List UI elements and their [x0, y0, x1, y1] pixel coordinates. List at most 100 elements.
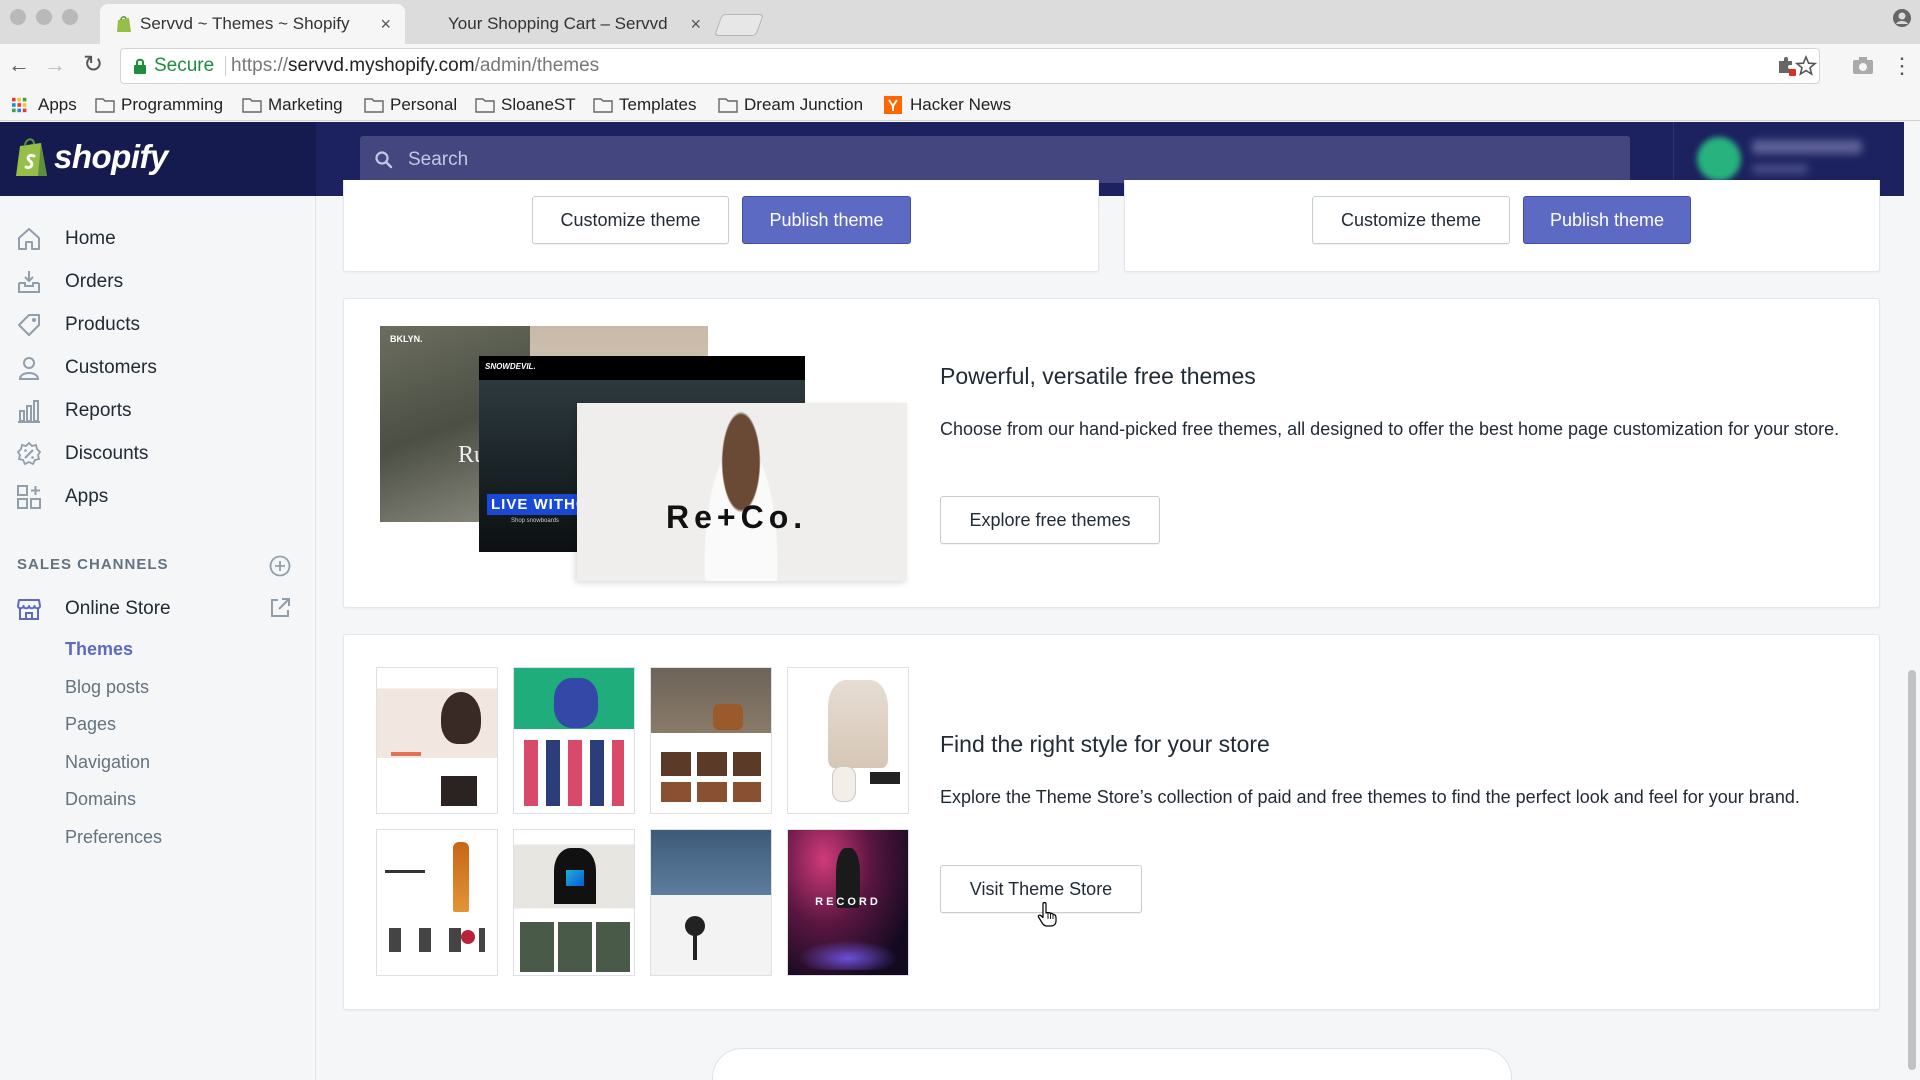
- sidebar-subitem-preferences[interactable]: Preferences: [65, 822, 162, 852]
- customize-theme-button[interactable]: Customize theme: [532, 196, 729, 244]
- theme-card: Customize theme Publish theme: [343, 180, 1099, 272]
- sidebar-item-apps[interactable]: Apps: [16, 479, 296, 515]
- theme-thumbnail[interactable]: [376, 667, 498, 814]
- bookmark-label: Templates: [619, 95, 697, 114]
- theme-store-title: Find the right style for your store: [940, 731, 1270, 757]
- sidebar-item-home[interactable]: Home: [16, 221, 296, 257]
- hand-cursor-icon: [1037, 902, 1057, 927]
- sidebar-subitem-domains[interactable]: Domains: [65, 784, 136, 814]
- theme-thumbnail[interactable]: [376, 829, 498, 976]
- account-name-redacted[interactable]: [1752, 140, 1862, 154]
- tab-shopping-cart[interactable]: Your Shopping Cart – Servvd ×: [410, 4, 715, 44]
- shopify-wordmark: shopify: [54, 138, 168, 175]
- store-name-redacted[interactable]: [1752, 164, 1808, 174]
- search-icon: [375, 151, 393, 169]
- folder-icon: [242, 98, 262, 113]
- reco-theme-preview: Re+Co.: [577, 403, 907, 581]
- theme-card: Customize theme Publish theme: [1124, 180, 1880, 272]
- tag-icon: [18, 314, 40, 336]
- theme-thumbnail[interactable]: [513, 667, 635, 814]
- reload-icon[interactable]: ↻: [78, 50, 108, 80]
- sidebar-item-online-store[interactable]: Online Store: [16, 591, 296, 627]
- window-minimize-dot[interactable]: [36, 9, 52, 25]
- avatar[interactable]: [1697, 137, 1741, 181]
- theme-thumbnail[interactable]: [787, 667, 909, 814]
- bookmark-label: Dream Junction: [744, 95, 864, 114]
- bookmark-label: SloaneST: [501, 95, 576, 114]
- apps-icon: [17, 485, 41, 509]
- bookmark-label: Personal: [390, 95, 458, 114]
- search-input[interactable]: [408, 136, 1608, 183]
- bookmark-label: Marketing: [268, 95, 343, 114]
- theme-thumbnail[interactable]: [650, 829, 772, 976]
- bookmark-hacker-news[interactable]: Hacker News: [884, 88, 1011, 121]
- free-themes-description: Choose from our hand-picked free themes,…: [940, 419, 1840, 439]
- sidebar-item-customers[interactable]: Customers: [16, 350, 296, 386]
- sales-channels-heading: SALES CHANNELS: [17, 556, 169, 573]
- theme-store-card: RECORD Find the right style for your sto…: [343, 634, 1880, 1010]
- tab-close-icon[interactable]: ×: [380, 4, 391, 44]
- bar-chart-icon: [18, 400, 40, 423]
- orders-icon: [18, 271, 40, 293]
- tab-shopify-themes[interactable]: Servvd ~ Themes ~ Shopify ×: [100, 4, 405, 44]
- browser-tab-strip: Servvd ~ Themes ~ Shopify × Your Shoppin…: [0, 0, 1920, 44]
- explore-free-themes-button[interactable]: Explore free themes: [940, 496, 1160, 544]
- extension-puzzle-icon[interactable]: [1775, 55, 1797, 77]
- hacker-news-icon: [884, 96, 902, 114]
- sidebar-item-discounts[interactable]: Discounts: [16, 436, 296, 472]
- new-tab-button[interactable]: [713, 14, 765, 36]
- theme-thumbnail[interactable]: [513, 829, 635, 976]
- back-arrow-icon[interactable]: ←: [4, 50, 34, 80]
- bookmark-apps[interactable]: Apps: [12, 88, 77, 121]
- address-bar[interactable]: Secure https://servvd.myshopify.com/admi…: [120, 48, 1820, 84]
- discount-icon: [16, 441, 42, 466]
- bookmark-label: Apps: [38, 95, 77, 114]
- sidebar-item-products[interactable]: Products: [16, 307, 296, 343]
- free-themes-card: BKLYN. Ru SNOWDEVIL. LIVE WITHOU Shop sn…: [343, 298, 1880, 608]
- publish-theme-button[interactable]: Publish theme: [1523, 196, 1691, 244]
- url-text: https://servvd.myshopify.com/admin/theme…: [231, 55, 600, 76]
- bookmark-folder[interactable]: SloaneST: [475, 88, 576, 121]
- bookmark-star-icon[interactable]: [1795, 55, 1817, 77]
- publish-theme-button[interactable]: Publish theme: [742, 196, 911, 244]
- theme-store-description: Explore the Theme Store’s collection of …: [940, 787, 1800, 807]
- page-scrollbar-thumb[interactable]: [1908, 670, 1916, 1070]
- shopify-bag-icon: [16, 138, 47, 176]
- sidebar-subitem-pages[interactable]: Pages: [65, 709, 116, 739]
- bookmark-folder[interactable]: Programming: [95, 88, 223, 121]
- admin-sidebar: Home Orders Products Customers Reports D…: [0, 196, 316, 1080]
- admin-search-bar[interactable]: [360, 136, 1630, 183]
- sidebar-subitem-blog-posts[interactable]: Blog posts: [65, 672, 149, 702]
- home-icon: [18, 228, 40, 250]
- shopify-logo[interactable]: shopify: [0, 122, 316, 196]
- browser-profile-icon[interactable]: [1892, 8, 1912, 28]
- window-zoom-dot[interactable]: [62, 9, 78, 25]
- forward-arrow-icon[interactable]: →: [40, 50, 70, 80]
- browser-toolbar: ← → ↻ Secure https://servvd.myshopify.co…: [0, 44, 1920, 88]
- add-sales-channel-icon[interactable]: [268, 554, 292, 578]
- bookmark-folder[interactable]: Dream Junction: [718, 88, 863, 121]
- folder-icon: [475, 98, 495, 113]
- bookmark-folder[interactable]: Personal: [364, 88, 457, 121]
- sidebar-item-reports[interactable]: Reports: [16, 393, 296, 429]
- folder-icon: [95, 98, 115, 113]
- tab-close-icon[interactable]: ×: [690, 4, 701, 44]
- customize-theme-button[interactable]: Customize theme: [1312, 196, 1510, 244]
- theme-thumbnail[interactable]: RECORD: [787, 829, 909, 976]
- bookmark-label: Hacker News: [910, 95, 1012, 114]
- bookmark-folder[interactable]: Templates: [593, 88, 696, 121]
- tab-title: Servvd ~ Themes ~ Shopify: [140, 14, 350, 33]
- sidebar-subitem-themes[interactable]: Themes: [65, 634, 133, 664]
- camera-icon[interactable]: [1851, 54, 1875, 78]
- browser-menu-icon[interactable]: ⋮: [1890, 54, 1914, 78]
- theme-thumbnail[interactable]: [650, 667, 772, 814]
- sidebar-item-orders[interactable]: Orders: [16, 264, 296, 300]
- bookmark-folder[interactable]: Marketing: [242, 88, 343, 121]
- window-close-dot[interactable]: [10, 9, 26, 25]
- external-link-icon[interactable]: [268, 596, 292, 620]
- person-icon: [18, 357, 40, 380]
- sidebar-subitem-navigation[interactable]: Navigation: [65, 747, 150, 777]
- folder-icon: [718, 98, 738, 113]
- tab-title: Your Shopping Cart – Servvd: [448, 14, 668, 33]
- free-themes-title: Powerful, versatile free themes: [940, 363, 1256, 389]
